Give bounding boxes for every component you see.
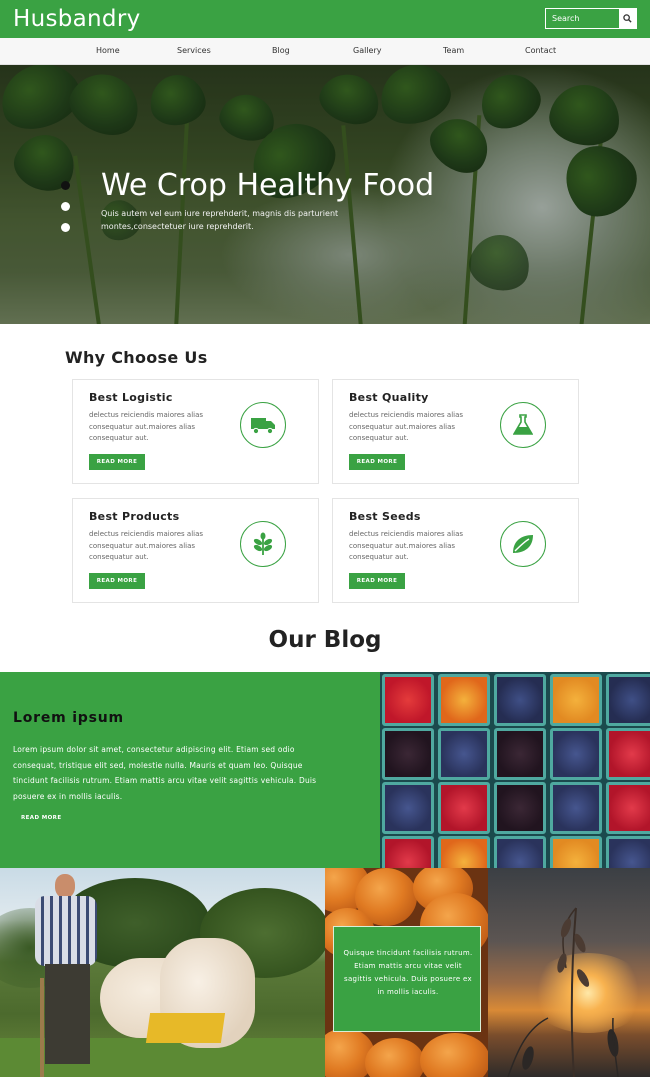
nav-team[interactable]: Team [443, 46, 464, 55]
card-text: delectus reiciendis maiores alias conseq… [349, 411, 464, 442]
slider-dot-2[interactable] [61, 202, 70, 211]
search-form [545, 8, 637, 29]
nav-gallery[interactable]: Gallery [353, 46, 382, 55]
blog-post: Lorem ipsum Lorem ipsum dolor sit amet, … [0, 672, 380, 868]
main-nav: Home Services Blog Gallery Team Contact [0, 38, 650, 65]
slider-dot-1[interactable] [61, 181, 70, 190]
hero-title: We Crop Healthy Food [101, 168, 435, 203]
card-title: Best Products [89, 510, 180, 523]
blog-post-title[interactable]: Lorem ipsum [13, 710, 124, 726]
sunset-oats-image [488, 868, 650, 1077]
slider-dot-3[interactable] [61, 223, 70, 232]
leaf-icon [500, 521, 546, 567]
hero-banner: We Crop Healthy Food Quis autem vel eum … [0, 65, 650, 324]
search-icon [623, 14, 632, 23]
feature-card-seeds: Best Seeds delectus reiciendis maiores a… [332, 498, 579, 603]
card-title: Best Quality [349, 391, 429, 404]
blog-post-text: Lorem ipsum dolor sit amet, consectetur … [13, 745, 317, 801]
berries-image [380, 672, 650, 868]
hero-subtitle: Quis autem vel eum iure reprehderit, mag… [101, 209, 339, 231]
truck-icon [240, 402, 286, 448]
blog-read-more-link[interactable]: READ MORE [21, 815, 61, 821]
card-text: delectus reiciendis maiores alias conseq… [89, 411, 204, 442]
feature-card-logistic: Best Logistic delectus reiciendis maiore… [72, 379, 319, 484]
read-more-button[interactable]: READ MORE [349, 573, 405, 589]
card-title: Best Seeds [349, 510, 421, 523]
read-more-button[interactable]: READ MORE [349, 454, 405, 470]
farmer-cow-image [0, 868, 325, 1077]
card-title: Best Logistic [89, 391, 173, 404]
nav-blog[interactable]: Blog [272, 46, 290, 55]
site-logo[interactable]: Husbandry [13, 6, 141, 32]
why-choose-title: Why Choose Us [65, 348, 208, 367]
feature-card-quality: Best Quality delectus reiciendis maiores… [332, 379, 579, 484]
read-more-button[interactable]: READ MORE [89, 573, 145, 589]
quote-box: Quisque tincidunt facilisis rutrum. Etia… [333, 926, 481, 1032]
quote-text: Quisque tincidunt facilisis rutrum. Etia… [343, 949, 473, 996]
feature-card-products: Best Products delectus reiciendis maiore… [72, 498, 319, 603]
nav-services[interactable]: Services [177, 46, 211, 55]
nav-contact[interactable]: Contact [525, 46, 556, 55]
search-input[interactable] [546, 9, 619, 28]
plant-icon [240, 521, 286, 567]
read-more-button[interactable]: READ MORE [89, 454, 145, 470]
nav-home[interactable]: Home [96, 46, 120, 55]
top-bar: Husbandry [0, 0, 650, 38]
card-text: delectus reiciendis maiores alias conseq… [349, 530, 464, 561]
blog-title: Our Blog [268, 627, 382, 653]
search-button[interactable] [619, 9, 636, 28]
card-text: delectus reiciendis maiores alias conseq… [89, 530, 204, 561]
flask-icon [500, 402, 546, 448]
